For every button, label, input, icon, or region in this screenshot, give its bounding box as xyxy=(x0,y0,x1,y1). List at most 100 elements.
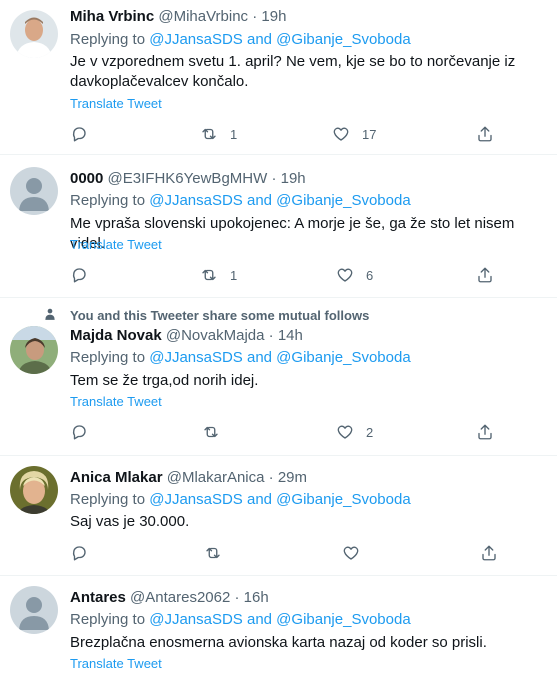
reply-icon xyxy=(72,127,86,142)
retweet-button[interactable]: 1 xyxy=(200,124,237,144)
avatar-photo xyxy=(10,326,58,374)
tweet[interactable]: 0000 @E3IFHK6YewBgMHW · 19h Replying to … xyxy=(0,155,557,298)
translate-tweet-link[interactable]: Translate Tweet xyxy=(70,96,162,111)
reply-icon xyxy=(72,546,86,561)
display-name[interactable]: Antares xyxy=(70,589,126,606)
mention-link[interactable]: @JJansaSDS and @Gibanje_Svoboda xyxy=(149,611,410,628)
tweet-text: Tem se že trga,od norih idej. xyxy=(70,372,259,389)
user-handle[interactable]: @Antares2062 xyxy=(130,589,230,606)
retweet-count: 1 xyxy=(230,267,238,283)
default-avatar xyxy=(10,586,58,634)
tweet-header: Majda Novak @NovakMajda · 14h xyxy=(70,327,303,344)
retweet-icon xyxy=(202,128,216,140)
tweet[interactable]: Miha Vrbinc @MihaVrbinc · 19h Replying t… xyxy=(0,0,557,155)
avatar[interactable] xyxy=(10,466,58,514)
replying-to: Replying to @JJansaSDS and @Gibanje_Svob… xyxy=(70,611,411,628)
timestamp[interactable]: 14h xyxy=(278,327,303,344)
timestamp[interactable]: 19h xyxy=(261,8,286,25)
reply-button[interactable] xyxy=(70,543,88,563)
replying-to-label: Replying to xyxy=(70,192,146,209)
heart-icon xyxy=(343,546,359,560)
share-button[interactable] xyxy=(476,422,494,442)
avatar[interactable] xyxy=(10,167,58,215)
mention-link[interactable]: @JJansaSDS and @Gibanje_Svoboda xyxy=(149,31,410,48)
tweet-text: Saj vas je 30.000. xyxy=(70,513,190,530)
display-name[interactable]: 0000 xyxy=(70,170,103,187)
like-button[interactable]: 17 xyxy=(332,124,376,144)
retweet-icon xyxy=(202,269,216,281)
share-button[interactable] xyxy=(480,543,498,563)
mention-link[interactable]: @JJansaSDS and @Gibanje_Svoboda xyxy=(149,349,410,366)
share-icon xyxy=(478,126,492,142)
reply-button[interactable] xyxy=(70,422,88,442)
translate-tweet-link[interactable]: Translate Tweet xyxy=(70,656,162,671)
share-icon xyxy=(478,424,492,440)
retweet-button[interactable] xyxy=(202,422,232,442)
like-button[interactable] xyxy=(342,543,372,563)
tweet-actions: 1 17 xyxy=(70,124,500,144)
retweet-icon xyxy=(206,547,220,559)
tweet[interactable]: Antares @Antares2062 · 16h Replying to @… xyxy=(0,576,557,686)
timestamp[interactable]: 16h xyxy=(244,589,269,606)
replying-to: Replying to @JJansaSDS and @Gibanje_Svob… xyxy=(70,491,411,508)
mention-link[interactable]: @JJansaSDS and @Gibanje_Svoboda xyxy=(149,491,410,508)
replying-to: Replying to @JJansaSDS and @Gibanje_Svob… xyxy=(70,31,411,48)
tweet-actions: 1 6 xyxy=(70,265,500,285)
tweet-header: 0000 @E3IFHK6YewBgMHW · 19h xyxy=(70,170,306,187)
user-handle[interactable]: @E3IFHK6YewBgMHW xyxy=(108,170,268,187)
tweet[interactable]: Anica Mlakar @MlakarAnica · 29m Replying… xyxy=(0,456,557,576)
retweet-count: 1 xyxy=(230,126,238,142)
separator-dot: · xyxy=(234,589,240,606)
reply-icon xyxy=(72,268,86,283)
separator-dot: · xyxy=(271,170,277,187)
like-button[interactable]: 2 xyxy=(336,422,373,442)
tweet[interactable]: You and this Tweeter share some mutual f… xyxy=(0,298,557,456)
display-name[interactable]: Anica Mlakar xyxy=(70,469,163,486)
like-count: 2 xyxy=(366,424,374,440)
share-icon xyxy=(478,267,492,283)
heart-icon xyxy=(337,268,353,282)
heart-icon xyxy=(337,425,353,439)
user-handle[interactable]: @MihaVrbinc xyxy=(158,8,248,25)
translate-tweet-link[interactable]: Translate Tweet xyxy=(70,237,162,252)
separator-dot: · xyxy=(268,469,274,486)
heart-icon xyxy=(333,127,349,141)
tweet-text: Brezplačna enosmerna avionska karta naza… xyxy=(70,634,487,651)
replying-to-label: Replying to xyxy=(70,611,146,628)
user-handle[interactable]: @NovakMajda xyxy=(166,327,265,344)
person-icon xyxy=(45,308,55,320)
avatar[interactable] xyxy=(10,586,58,634)
display-name[interactable]: Majda Novak xyxy=(70,327,162,344)
separator-dot: · xyxy=(268,327,274,344)
user-handle[interactable]: @MlakarAnica xyxy=(167,469,265,486)
share-button[interactable] xyxy=(476,265,494,285)
tweet-header: Anica Mlakar @MlakarAnica · 29m xyxy=(70,469,307,486)
retweet-button[interactable]: 1 xyxy=(200,265,237,285)
timestamp[interactable]: 29m xyxy=(278,469,307,486)
replying-to-label: Replying to xyxy=(70,491,146,508)
avatar-photo xyxy=(10,10,58,58)
default-avatar xyxy=(10,167,58,215)
social-context: You and this Tweeter share some mutual f… xyxy=(70,308,370,323)
reply-button[interactable] xyxy=(70,265,88,285)
like-count: 6 xyxy=(366,267,374,283)
mention-link[interactable]: @JJansaSDS and @Gibanje_Svoboda xyxy=(149,192,410,209)
reply-button[interactable] xyxy=(70,124,88,144)
retweet-button[interactable] xyxy=(204,543,234,563)
avatar[interactable] xyxy=(10,326,58,374)
avatar[interactable] xyxy=(10,10,58,58)
replying-to-label: Replying to xyxy=(70,31,146,48)
tweet-header: Miha Vrbinc @MihaVrbinc · 19h xyxy=(70,8,286,25)
retweet-icon xyxy=(204,426,218,438)
like-button[interactable]: 6 xyxy=(336,265,373,285)
reply-icon xyxy=(72,425,86,440)
avatar-photo xyxy=(10,466,58,514)
replying-to-label: Replying to xyxy=(70,349,146,366)
tweet-actions xyxy=(70,543,500,563)
like-count: 17 xyxy=(362,126,377,142)
display-name[interactable]: Miha Vrbinc xyxy=(70,8,154,25)
share-button[interactable] xyxy=(476,124,494,144)
translate-tweet-link[interactable]: Translate Tweet xyxy=(70,394,162,409)
tweet-header: Antares @Antares2062 · 16h xyxy=(70,589,269,606)
timestamp[interactable]: 19h xyxy=(281,170,306,187)
